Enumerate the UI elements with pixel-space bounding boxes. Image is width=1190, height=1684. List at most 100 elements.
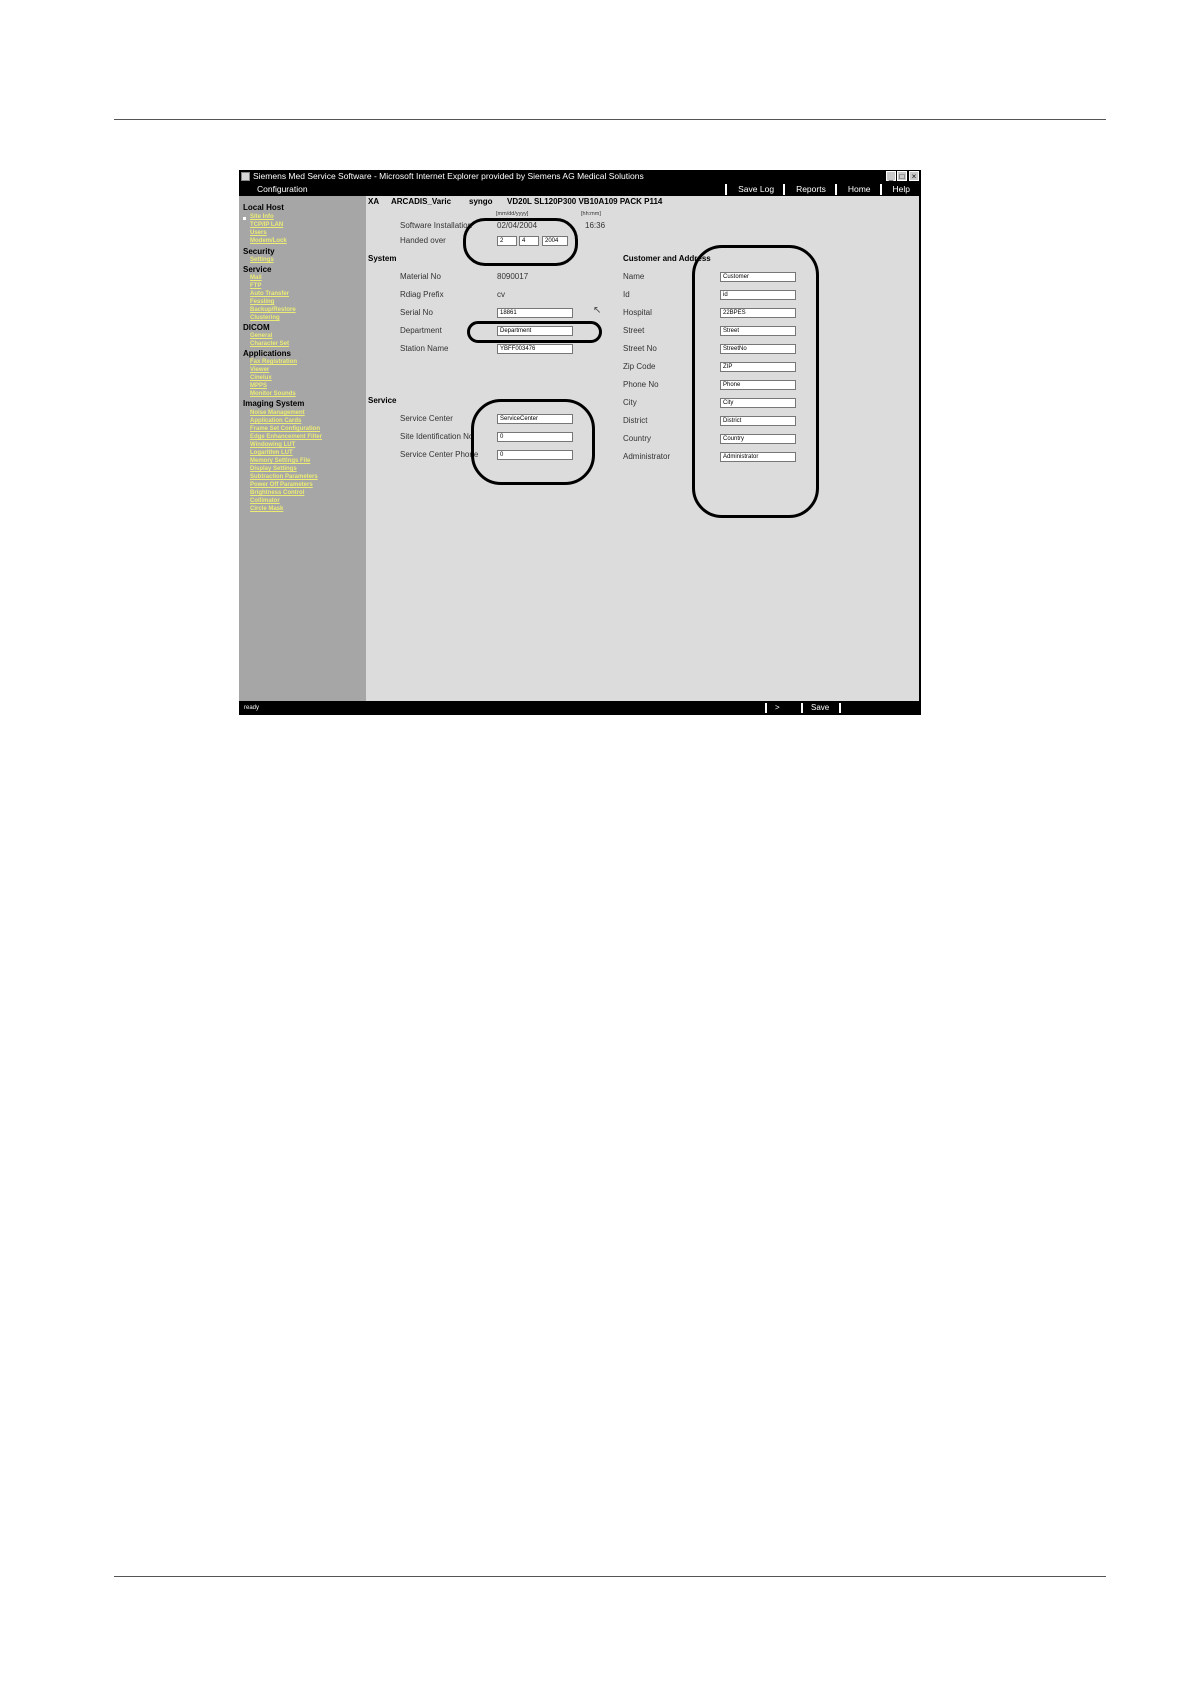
sidebar-item[interactable]: Windowing LUT	[250, 442, 295, 448]
customer-field-input[interactable]: Customer	[720, 272, 796, 282]
software-installation-time: 16:36	[585, 221, 606, 230]
sidebar-item[interactable]: Mail	[250, 275, 262, 281]
main-content: XA ARCADIS_Varic syngo VD20L SL120P300 V…	[366, 196, 919, 701]
status-next-button[interactable]: >	[765, 703, 780, 713]
site-identification-input[interactable]: 0	[497, 432, 573, 442]
sidebar-item[interactable]: Circle Mask	[250, 506, 283, 512]
sidebar-item[interactable]: FTP	[250, 283, 261, 289]
sidebar-item[interactable]: Memory Settings File	[250, 458, 310, 464]
window-titlebar: Siemens Med Service Software - Microsoft…	[239, 170, 921, 183]
rdiag-prefix-label: Rdiag Prefix	[400, 290, 444, 299]
material-no-value: 8090017	[497, 272, 529, 281]
sidebar-item[interactable]: Power Off Parameters	[250, 482, 313, 488]
sidebar-item[interactable]: Subtraction Parameters	[250, 474, 318, 480]
handed-over-day-input[interactable]: 4	[519, 236, 539, 246]
window-right-border	[919, 196, 921, 701]
service-center-phone-input[interactable]: 0	[497, 450, 573, 460]
reports-link[interactable]: Reports	[783, 184, 835, 195]
sidebar-item[interactable]: Frame Set Configuration	[250, 426, 320, 432]
service-center-input[interactable]: ServiceCenter	[497, 414, 573, 424]
department-input[interactable]: Department	[497, 326, 573, 336]
status-save-button[interactable]: Save	[801, 703, 842, 713]
customer-field-label: Phone No	[623, 380, 659, 389]
mouse-cursor-icon: ↖	[593, 305, 602, 316]
sidebar-item[interactable]: Collimator	[250, 498, 280, 504]
sidebar-item[interactable]: Monitor Sounds	[250, 391, 296, 397]
close-button[interactable]: ×	[909, 171, 919, 181]
maximize-button[interactable]: □	[897, 171, 907, 181]
sidebar-item[interactable]: Modem/Lock	[250, 238, 287, 244]
software-installation-label: Software Installation	[400, 221, 473, 230]
software-installation-date: 02/04/2004	[497, 221, 538, 230]
serial-no-label: Serial No	[400, 308, 433, 317]
station-name-label: Station Name	[400, 344, 449, 353]
customer-field-label: City	[623, 398, 637, 407]
date-format-hint: [mm/dd/yyyy]	[496, 211, 529, 217]
customer-field-label: Hospital	[623, 308, 652, 317]
sidebar-item[interactable]: Display Settings	[250, 466, 297, 472]
sidebar-item[interactable]: Character Set	[250, 341, 289, 347]
serial-no-input[interactable]: 18861	[497, 308, 573, 318]
customer-field-input[interactable]: StreetNo	[720, 344, 796, 354]
sidebar-item[interactable]: Fax Registration	[250, 359, 297, 365]
sidebar-item[interactable]: Noise Management	[250, 410, 305, 416]
sidebar-item[interactable]: Edge Enhancement Filter	[250, 434, 322, 440]
configuration-label: Configuration	[257, 184, 308, 194]
sidebar-item[interactable]: Settings	[250, 257, 274, 263]
sidebar-item[interactable]: Auto Transfer	[250, 291, 289, 297]
handed-over-year-input[interactable]: 2004	[542, 236, 568, 246]
home-link[interactable]: Home	[834, 184, 880, 195]
department-label: Department	[400, 326, 442, 335]
sidebar-item[interactable]: General	[250, 333, 272, 339]
handed-over-month-input[interactable]: 2	[497, 236, 517, 246]
page-footer-rule	[114, 1576, 1106, 1577]
station-name-input[interactable]: YBFF003476	[497, 344, 573, 354]
customer-field-label: Name	[623, 272, 645, 281]
product-name: ARCADIS_Varic	[391, 197, 452, 206]
product-version: VD20L SL120P300 VB10A109 PACK P114	[507, 197, 663, 206]
sidebar-item[interactable]: Fessling	[250, 299, 274, 305]
customer-field-input[interactable]: 22BPES	[720, 308, 796, 318]
product-platform: syngo	[469, 197, 493, 206]
service-center-label: Service Center	[400, 414, 453, 423]
browser-icon	[241, 172, 250, 181]
sidebar-item[interactable]: Cinelux	[250, 375, 272, 381]
customer-field-input[interactable]: Street	[720, 326, 796, 336]
service-center-phone-label: Service Center Phone	[400, 450, 479, 459]
menubar: Configuration Save Log Reports Home Help	[239, 183, 921, 196]
sidebar-item[interactable]: Clustering	[250, 315, 280, 321]
sidebar-item[interactable]: Logarithm LUT	[250, 450, 293, 456]
minimize-button[interactable]: _	[886, 171, 896, 181]
service-heading: Service	[368, 396, 397, 405]
sidebar-heading-dicom: DICOM	[243, 323, 270, 332]
customer-field-input[interactable]: Country	[720, 434, 796, 444]
sidebar-item[interactable]: Backup/Restore	[250, 307, 296, 313]
product-modality: XA	[368, 197, 380, 206]
sidebar-item[interactable]: Application Cards	[250, 418, 301, 424]
customer-field-input[interactable]: Administrator	[720, 452, 796, 462]
save-log-link[interactable]: Save Log	[725, 184, 783, 195]
sidebar-item[interactable]: Users	[250, 230, 267, 236]
current-item-bullet	[243, 217, 246, 220]
customer-field-input[interactable]: District	[720, 416, 796, 426]
sidebar-item[interactable]: Viewer	[250, 367, 269, 373]
handed-over-label: Handed over	[400, 236, 446, 245]
customer-field-input[interactable]: Phone	[720, 380, 796, 390]
sidebar-heading-service: Service	[243, 265, 272, 274]
help-link[interactable]: Help	[879, 184, 919, 195]
browser-screenshot: Siemens Med Service Software - Microsoft…	[239, 170, 921, 715]
customer-field-label: District	[623, 416, 648, 425]
sidebar-item[interactable]: TCP/IP LAN	[250, 222, 283, 228]
sidebar-item[interactable]: Site Info	[250, 214, 274, 220]
sidebar: Local Host Site Info TCP/IP LAN Users Mo…	[239, 196, 366, 701]
top-nav: Save Log Reports Home Help	[725, 183, 919, 196]
customer-field-label: Street	[623, 326, 645, 335]
customer-field-input[interactable]: ZIP	[720, 362, 796, 372]
customer-field-label: Zip Code	[623, 362, 656, 371]
customer-field-input[interactable]: id	[720, 290, 796, 300]
sidebar-item[interactable]: Brightness Control	[250, 490, 304, 496]
customer-field-input[interactable]: City	[720, 398, 796, 408]
sidebar-item[interactable]: MPPS	[250, 383, 267, 389]
highlight-oval-service	[471, 399, 595, 485]
customer-field-label: Street No	[623, 344, 657, 353]
